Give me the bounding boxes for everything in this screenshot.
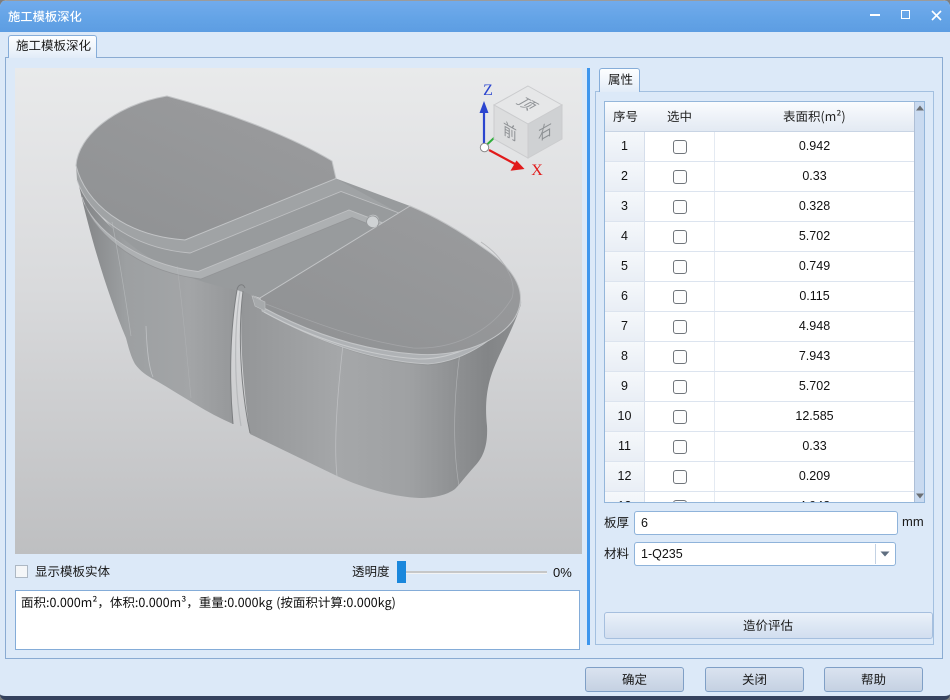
svg-text:Z: Z xyxy=(483,82,493,99)
svg-text:X: X xyxy=(531,162,543,179)
